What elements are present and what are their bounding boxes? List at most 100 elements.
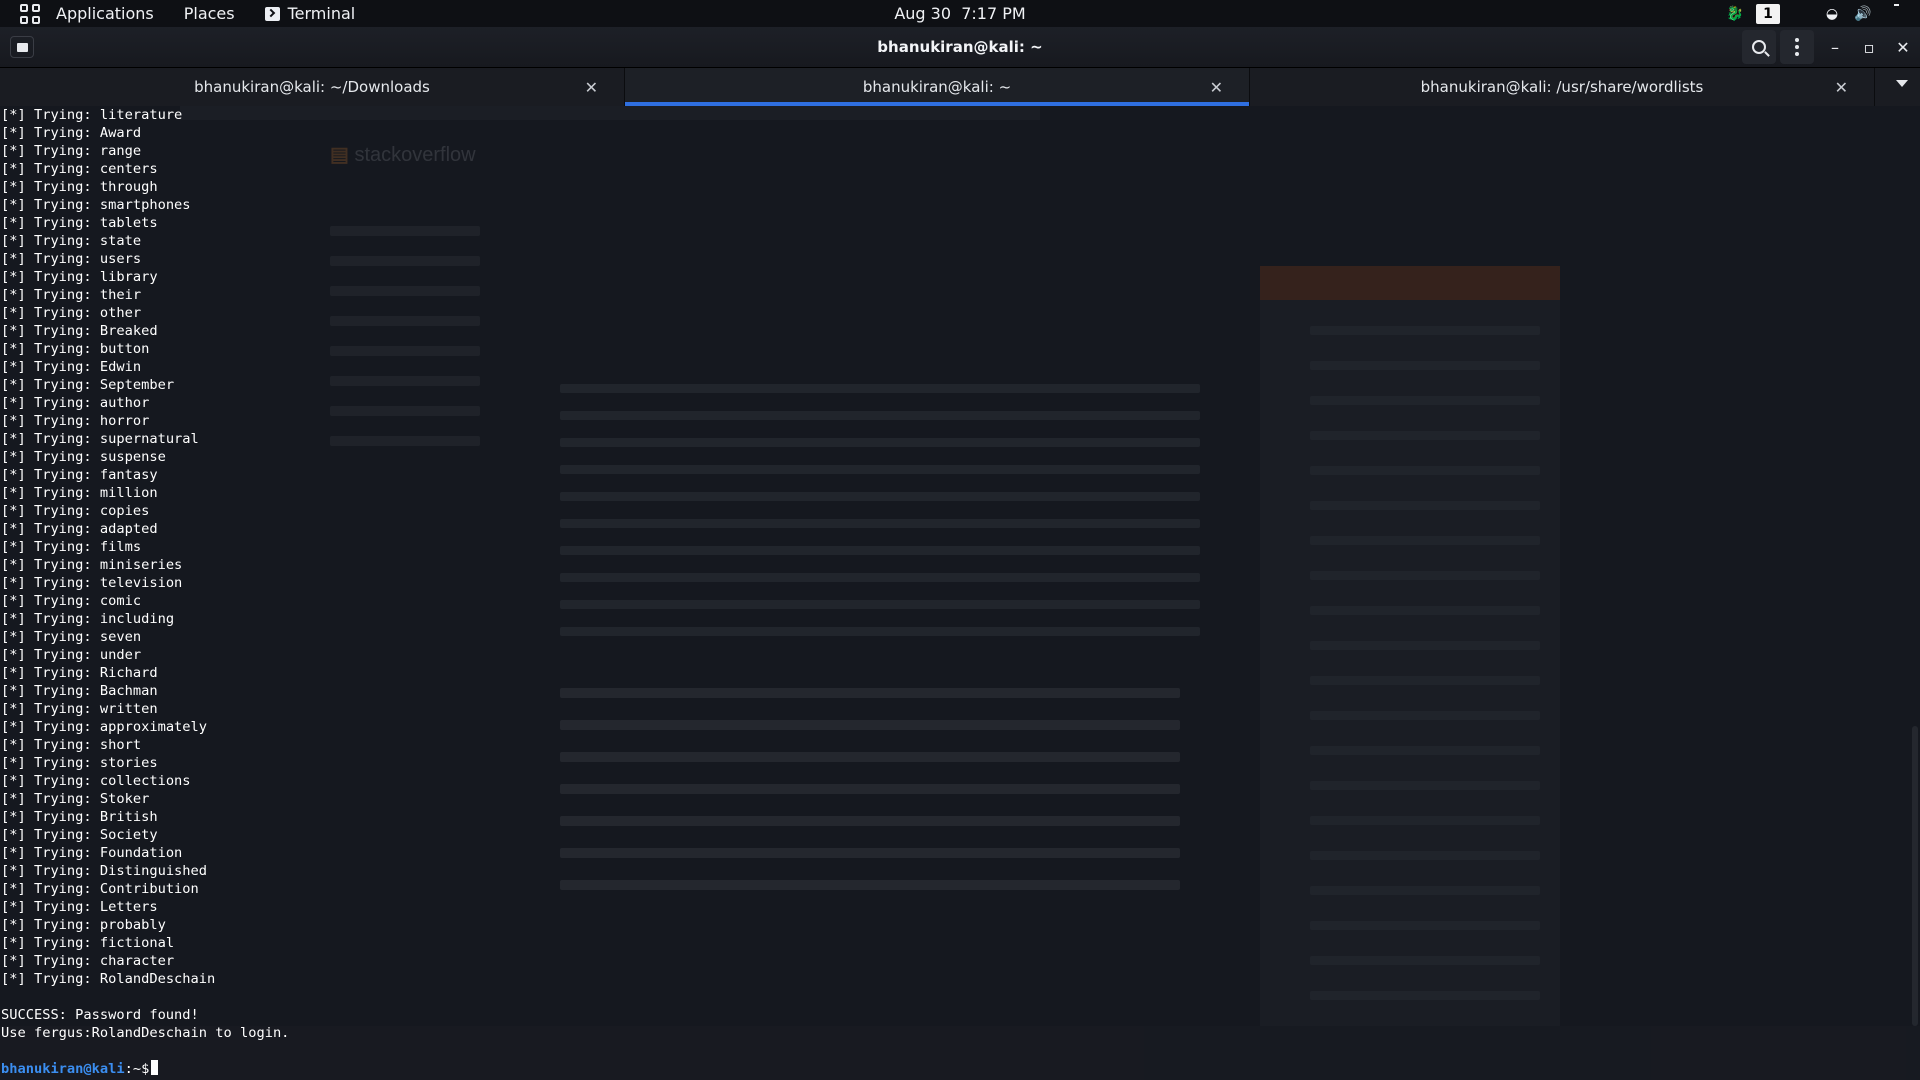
places-menu[interactable]: Places: [184, 4, 235, 23]
system-tray: 🐉 1 ◒ 🔊: [1726, 0, 1900, 27]
trying-line: [*] Trying: Breaked: [1, 322, 289, 340]
trying-word: miniseries: [99, 557, 183, 573]
window-header: bhanukiran@kali: ~ – ▫ ✕: [0, 27, 1920, 68]
trying-prefix: [*] Trying:: [1, 377, 100, 393]
trying-word: Contribution: [99, 881, 199, 897]
trying-word: RolandDeschain: [99, 971, 216, 987]
trying-line: [*] Trying: button: [1, 340, 289, 358]
trying-prefix: [*] Trying:: [1, 287, 100, 303]
trying-prefix: [*] Trying:: [1, 827, 100, 843]
tab-downloads[interactable]: bhanukiran@kali: ~/Downloads ✕: [0, 68, 625, 106]
trying-line: [*] Trying: short: [1, 736, 289, 754]
trying-line: [*] Trying: British: [1, 808, 289, 826]
trying-prefix: [*] Trying:: [1, 341, 100, 357]
terminal-menu-label: Terminal: [287, 4, 356, 23]
menu-button[interactable]: [1780, 30, 1814, 64]
trying-word: copies: [99, 503, 150, 519]
trying-word: Letters: [99, 899, 158, 915]
search-icon: [1752, 40, 1766, 54]
trying-line: [*] Trying: fictional: [1, 934, 289, 952]
workspace-indicator[interactable]: 1: [1756, 3, 1780, 24]
trying-word: Breaked: [99, 323, 158, 339]
trying-word: literature: [99, 107, 183, 123]
trying-prefix: [*] Trying:: [1, 863, 100, 879]
close-window-button[interactable]: ✕: [1886, 30, 1920, 64]
trying-prefix: [*] Trying:: [1, 395, 100, 411]
trying-word: their: [99, 287, 142, 303]
trying-line: [*] Trying: comic: [1, 592, 289, 610]
trying-line: [*] Trying: Stoker: [1, 790, 289, 808]
night-mode-icon[interactable]: [1794, 6, 1810, 22]
trying-line: [*] Trying: Bachman: [1, 682, 289, 700]
trying-word: adapted: [99, 521, 158, 537]
trying-word: Award: [99, 125, 142, 141]
trying-line: [*] Trying: collections: [1, 772, 289, 790]
trying-line: [*] Trying: supernatural: [1, 430, 289, 448]
tab-list-chevron-icon[interactable]: [1896, 80, 1908, 87]
app-grid-icon[interactable]: [20, 3, 40, 24]
trying-prefix: [*] Trying:: [1, 233, 100, 249]
trying-prefix: [*] Trying:: [1, 161, 100, 177]
trying-prefix: [*] Trying:: [1, 953, 100, 969]
trying-line: [*] Trying: users: [1, 250, 289, 268]
trying-word: suspense: [99, 449, 166, 465]
trying-word: Distinguished: [99, 863, 208, 879]
trying-word: smartphones: [99, 197, 191, 213]
trying-prefix: [*] Trying:: [1, 971, 100, 987]
trying-line: [*] Trying: Foundation: [1, 844, 289, 862]
close-tab-icon[interactable]: ✕: [1210, 78, 1223, 97]
trying-line: [*] Trying: approximately: [1, 718, 289, 736]
trying-prefix: [*] Trying:: [1, 809, 100, 825]
trying-prefix: [*] Trying:: [1, 449, 100, 465]
wifi-icon[interactable]: ◒: [1824, 6, 1840, 22]
trying-line: [*] Trying: Contribution: [1, 880, 289, 898]
maximize-button[interactable]: ▫: [1852, 30, 1886, 64]
terminal-app-menu[interactable]: Terminal: [264, 4, 356, 23]
trying-line: [*] Trying: written: [1, 700, 289, 718]
trying-line: [*] Trying: character: [1, 952, 289, 970]
clock-date: Aug 30: [894, 4, 952, 23]
trying-prefix: [*] Trying:: [1, 521, 100, 537]
close-tab-icon[interactable]: ✕: [1835, 78, 1848, 97]
trying-word: other: [99, 305, 142, 321]
trying-prefix: [*] Trying:: [1, 791, 100, 807]
trying-word: supernatural: [99, 431, 199, 447]
trying-line: [*] Trying: probably: [1, 916, 289, 934]
trying-line: [*] Trying: including: [1, 610, 289, 628]
trying-word: probably: [99, 917, 166, 933]
applications-menu[interactable]: Applications: [56, 4, 154, 23]
shell-prompt[interactable]: bhanukiran@kali:~$: [1, 1060, 289, 1078]
close-tab-icon[interactable]: ✕: [585, 78, 598, 97]
tab-wordlists[interactable]: bhanukiran@kali: /usr/share/wordlists ✕: [1250, 68, 1875, 106]
trying-prefix: [*] Trying:: [1, 539, 100, 555]
tab-label: bhanukiran@kali: ~/Downloads: [194, 78, 430, 96]
trying-word: television: [99, 575, 183, 591]
trying-word: British: [99, 809, 158, 825]
trying-word: state: [99, 233, 142, 249]
trying-line: [*] Trying: adapted: [1, 520, 289, 538]
volume-icon[interactable]: 🔊: [1854, 6, 1871, 22]
trying-word: centers: [99, 161, 158, 177]
trying-line: [*] Trying: films: [1, 538, 289, 556]
trying-prefix: [*] Trying:: [1, 251, 100, 267]
trying-word: approximately: [99, 719, 208, 735]
trying-prefix: [*] Trying:: [1, 881, 100, 897]
dragon-icon[interactable]: 🐉: [1726, 6, 1743, 22]
trying-prefix: [*] Trying:: [1, 269, 100, 285]
trying-prefix: [*] Trying:: [1, 629, 100, 645]
minimize-button[interactable]: –: [1818, 30, 1852, 64]
battery-icon[interactable]: [1884, 6, 1900, 22]
new-tab-button[interactable]: [10, 36, 34, 58]
search-button[interactable]: [1742, 30, 1776, 64]
tab-home[interactable]: bhanukiran@kali: ~ ✕: [625, 68, 1250, 106]
trying-prefix: [*] Trying:: [1, 917, 100, 933]
trying-line: [*] Trying: their: [1, 286, 289, 304]
trying-word: fictional: [99, 935, 175, 951]
terminal-view[interactable]: ▤ stackoverflow [*] Trying: literature [*…: [0, 106, 1920, 1080]
trying-prefix: [*] Trying:: [1, 413, 100, 429]
trying-word: comic: [99, 593, 142, 609]
window-title: bhanukiran@kali: ~: [877, 38, 1043, 56]
trying-word: under: [99, 647, 142, 663]
trying-word: Foundation: [99, 845, 183, 861]
trying-line: [*] Trying: state: [1, 232, 289, 250]
